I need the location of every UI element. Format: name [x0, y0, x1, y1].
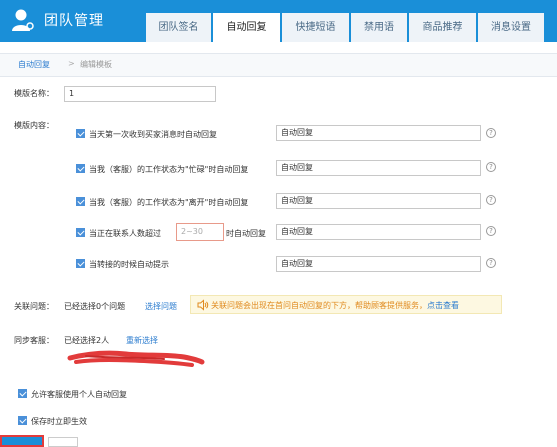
- sync-status: 已经选择2人: [64, 336, 110, 345]
- option-transfer-checkbox[interactable]: [76, 259, 85, 268]
- notice-view-link[interactable]: 点击查看: [427, 301, 459, 310]
- option-away-reply[interactable]: 自动回复: [276, 193, 481, 209]
- option-transfer-text: 当转接的时候自动提示: [89, 260, 169, 269]
- question-circle-icon[interactable]: ?: [486, 195, 496, 205]
- top-header: 团队管理 团队签名 自动回复 快捷短语 禁用语 商品推荐 消息设置: [0, 0, 557, 42]
- save-button[interactable]: [0, 435, 44, 447]
- option-first-message-text: 当天第一次收到买家消息时自动回复: [89, 130, 217, 139]
- tab-auto-reply[interactable]: 自动回复: [213, 13, 280, 42]
- redaction-scribble: [67, 350, 205, 367]
- breadcrumb: 自动回复 > 编辑模板: [0, 53, 557, 77]
- related-label: 关联问题：: [14, 302, 54, 311]
- cancel-button[interactable]: [48, 437, 78, 447]
- option-contacts-reply[interactable]: 自动回复: [276, 224, 481, 240]
- option-contacts-threshold-input[interactable]: 2~30: [176, 223, 224, 241]
- option-transfer-reply[interactable]: 自动回复: [276, 256, 481, 272]
- template-name-label: 模版名称：: [14, 89, 54, 98]
- allow-personal-reply-checkbox[interactable]: [18, 389, 27, 398]
- tab-banned-words[interactable]: 禁用语: [351, 13, 407, 42]
- option-busy-text: 当我（客服）的工作状态为"忙碌"时自动回复: [89, 165, 249, 174]
- apply-on-save-text: 保存时立即生效: [31, 417, 87, 426]
- question-circle-icon[interactable]: ?: [486, 128, 496, 138]
- tab-message-settings[interactable]: 消息设置: [478, 13, 544, 42]
- tab-team-signature[interactable]: 团队签名: [146, 13, 211, 42]
- brand-title: 团队管理: [44, 13, 104, 29]
- option-contacts-text-before: 当正在联系人数超过: [89, 229, 161, 238]
- breadcrumb-current: 编辑模板: [80, 60, 112, 69]
- template-content-label: 模版内容：: [14, 121, 54, 130]
- template-name-input[interactable]: 1: [64, 86, 216, 102]
- question-circle-icon[interactable]: ?: [486, 226, 496, 236]
- option-busy-checkbox[interactable]: [76, 164, 85, 173]
- option-away-text: 当我（客服）的工作状态为"离开"时自动回复: [89, 198, 249, 207]
- option-first-message-reply[interactable]: 自动回复: [276, 125, 481, 141]
- tab-quick-phrases[interactable]: 快捷短语: [282, 13, 349, 42]
- option-busy-reply[interactable]: 自动回复: [276, 160, 481, 176]
- notice-text: 关联问题会出现在首问自动回复的下方，帮助顾客提供服务，点击查看: [211, 300, 459, 311]
- tab-product-recommend[interactable]: 商品推荐: [409, 13, 476, 42]
- select-questions-link[interactable]: 选择问题: [145, 301, 177, 312]
- question-circle-icon[interactable]: ?: [486, 162, 496, 172]
- speaker-icon: [197, 299, 209, 311]
- breadcrumb-link[interactable]: 自动回复: [18, 59, 50, 70]
- allow-personal-reply-text: 允许客服使用个人自动回复: [31, 390, 127, 399]
- related-notice: 关联问题会出现在首问自动回复的下方，帮助顾客提供服务，点击查看: [190, 295, 502, 314]
- apply-on-save-checkbox[interactable]: [18, 416, 27, 425]
- option-first-message-checkbox[interactable]: [76, 129, 85, 138]
- user-icon: [12, 9, 34, 31]
- option-contacts-text-after: 时自动回复: [226, 229, 266, 238]
- breadcrumb-separator: >: [68, 59, 75, 68]
- question-circle-icon[interactable]: ?: [486, 258, 496, 268]
- option-away-checkbox[interactable]: [76, 197, 85, 206]
- reselect-agents-link[interactable]: 重新选择: [126, 335, 158, 346]
- tab-bar: 团队签名 自动回复 快捷短语 禁用语 商品推荐 消息设置: [146, 13, 546, 42]
- notice-message: 关联问题会出现在首问自动回复的下方，帮助顾客提供服务，: [211, 301, 427, 310]
- brand: 团队管理: [10, 6, 104, 34]
- sync-label: 同步客服：: [14, 336, 54, 345]
- related-status: 已经选择0个问题: [64, 302, 126, 311]
- option-contacts-checkbox[interactable]: [76, 228, 85, 237]
